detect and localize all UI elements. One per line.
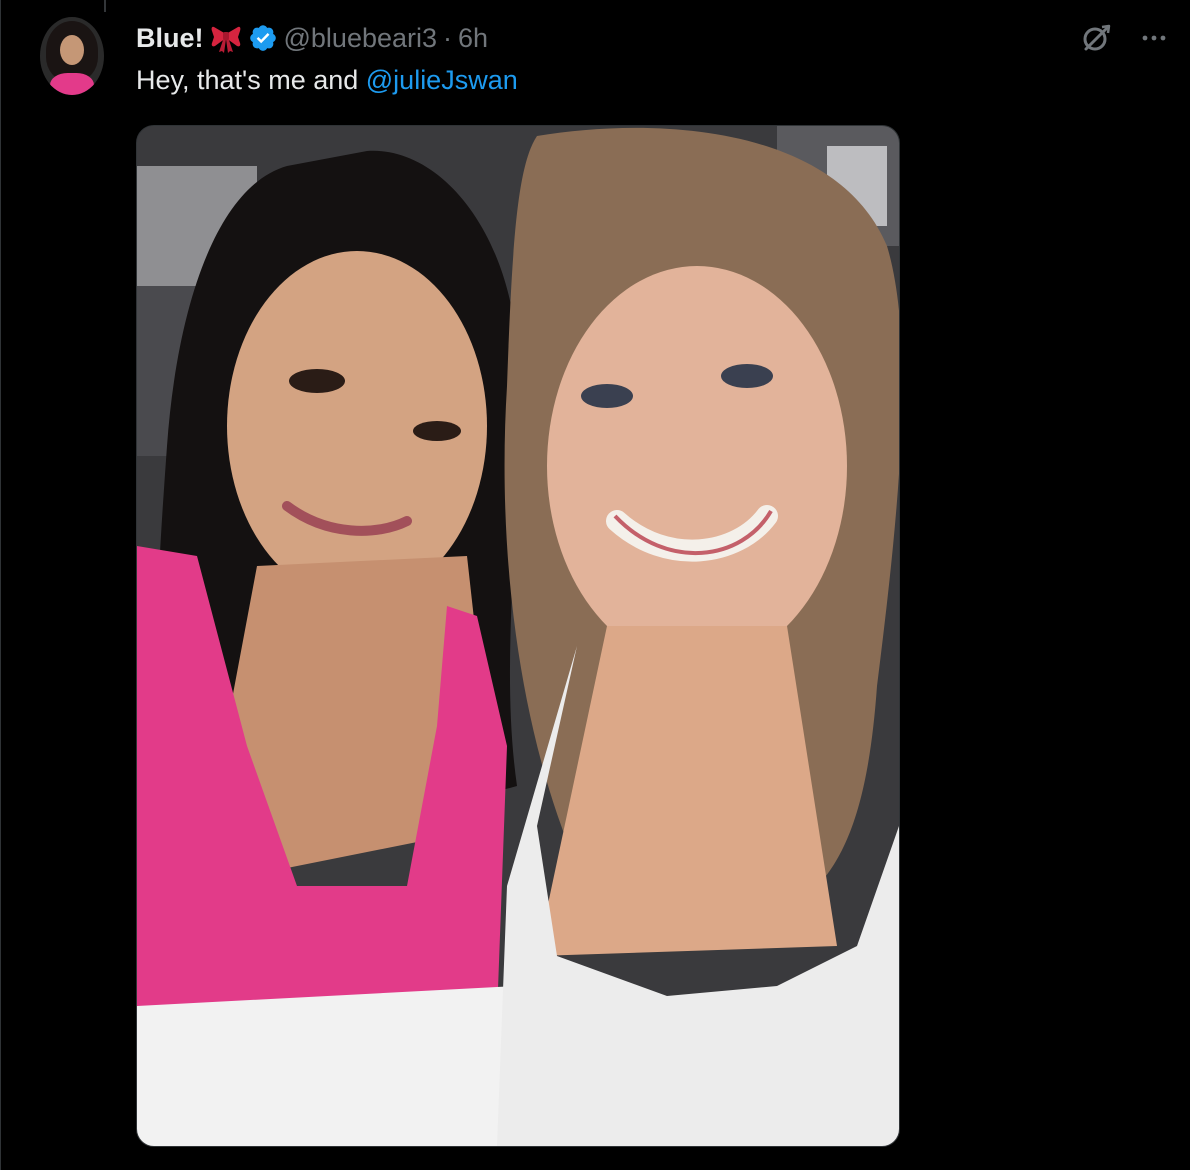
timeline-border: [0, 0, 1, 1170]
tweet-text-body: Hey, that's me and: [136, 65, 366, 95]
verified-badge-icon[interactable]: [248, 23, 278, 53]
tweet-text: Hey, that's me and @julieJswan: [136, 60, 518, 100]
thread-connector: [104, 0, 106, 12]
avatar[interactable]: [40, 17, 104, 95]
more-icon[interactable]: [1138, 22, 1170, 54]
user-handle[interactable]: @bluebeari3: [284, 23, 438, 54]
display-name[interactable]: Blue!: [136, 23, 204, 54]
tweet-photo[interactable]: [136, 125, 900, 1147]
timestamp[interactable]: 6h: [458, 23, 488, 54]
separator-dot: ·: [443, 22, 453, 53]
photo-illustration: [137, 126, 899, 1146]
avatar-face: [60, 35, 84, 65]
grok-icon[interactable]: [1078, 20, 1114, 56]
ribbon-bow-icon: [210, 22, 242, 54]
tweet-header: Blue! @bluebeari3 · 6h: [136, 18, 488, 58]
mention-link[interactable]: @julieJswan: [366, 65, 518, 95]
avatar-clothing: [50, 73, 94, 95]
